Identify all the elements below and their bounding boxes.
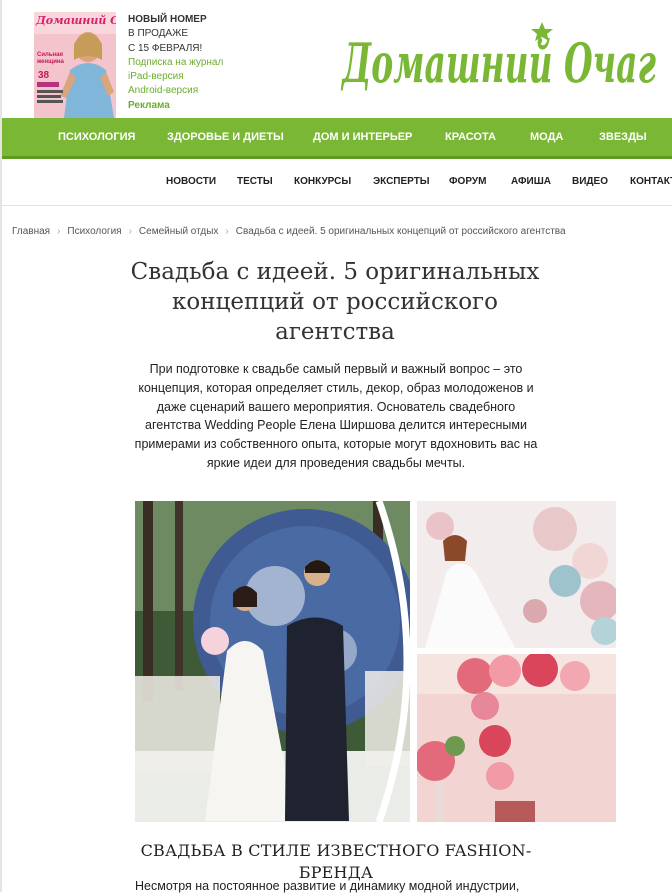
cover-masthead: Домашний Очаг [36, 14, 116, 27]
nav-item-psychology[interactable]: ПСИХОЛОГИЯ [58, 118, 135, 156]
sub-nav-tests[interactable]: ТЕСТЫ [237, 159, 273, 205]
article-body-text: Несмотря на постоянное развитие и динами… [135, 879, 520, 893]
breadcrumb-current: Свадьба с идеей. 5 оригинальных концепци… [235, 226, 566, 237]
chevron-right-icon: › [57, 226, 61, 237]
sub-nav-news[interactable]: НОВОСТИ [166, 159, 216, 205]
ceremony-photo [135, 501, 410, 822]
nav-item-health[interactable]: ЗДОРОВЬЕ И ДИЕТЫ [167, 118, 284, 156]
promo-headline-1: НОВЫЙ НОМЕР [128, 14, 207, 25]
breadcrumb-home[interactable]: Главная [12, 226, 50, 237]
breadcrumb-psychology[interactable]: Психология [67, 226, 121, 237]
sub-nav-contacts[interactable]: КОНТАКТЫ [630, 159, 672, 205]
chevron-right-icon: › [225, 226, 229, 237]
nav-item-home[interactable]: ДОМ И ИНТЕРЬЕР [313, 118, 412, 156]
floral-arch-photo [415, 651, 616, 822]
breadcrumb-family-leisure[interactable]: Семейный отдых [139, 226, 219, 237]
cover-line: Сильная женщина [37, 52, 64, 65]
ipad-version-link[interactable]: iPad-версия [128, 70, 248, 84]
cover-number: 38 [38, 70, 50, 81]
sub-nav-forum[interactable]: ФОРУМ [449, 159, 486, 205]
promo-headline-2: В ПРОДАЖЕ [128, 28, 188, 40]
issue-promo: НОВЫЙ НОМЕР В ПРОДАЖЕ С 15 ФЕВРАЛЯ! Подп… [128, 13, 248, 113]
balloons-photo [417, 501, 620, 648]
secondary-nav: НОВОСТИ ТЕСТЫ КОНКУРСЫ ЭКСПЕРТЫ ФОРУМ АФ… [2, 159, 672, 206]
sub-nav-contests[interactable]: КОНКУРСЫ [294, 159, 351, 205]
article-title: Свадьба с идеей. 5 оригинальных концепци… [130, 259, 540, 345]
svg-text:Домашний Очаг: Домашний Очаг [340, 31, 656, 95]
breadcrumb: Главная › Психология › Семейный отдых › Свадьб… [12, 226, 667, 237]
wedding-photo-collage[interactable] [135, 499, 620, 824]
nav-item-fashion[interactable]: МОДА [530, 118, 563, 156]
article-lead: При подготовке к свадьбе самый первый и … [134, 362, 538, 470]
sub-nav-video[interactable]: ВИДЕО [572, 159, 608, 205]
nav-item-beauty[interactable]: КРАСОТА [445, 118, 496, 156]
sub-nav-events[interactable]: АФИША [511, 159, 551, 205]
main-category-nav: ПСИХОЛОГИЯ ЗДОРОВЬЕ И ДИЕТЫ ДОМ И ИНТЕРЬ… [2, 118, 672, 159]
advertising-link[interactable]: Реклама [128, 99, 248, 113]
chevron-right-icon: › [128, 226, 132, 237]
promo-headline-3: С 15 ФЕВРАЛЯ! [128, 42, 203, 54]
android-version-link[interactable]: Android-версия [128, 84, 248, 98]
nav-item-stars[interactable]: ЗВЕЗДЫ [599, 118, 647, 156]
subscribe-link[interactable]: Подписка на журнал [128, 56, 248, 70]
site-logo[interactable]: Домашний Очаг [340, 18, 660, 100]
sub-nav-experts[interactable]: ЭКСПЕРТЫ [373, 159, 430, 205]
magazine-cover-image[interactable]: Домашний Очаг Сильная женщина 38 [34, 12, 116, 118]
